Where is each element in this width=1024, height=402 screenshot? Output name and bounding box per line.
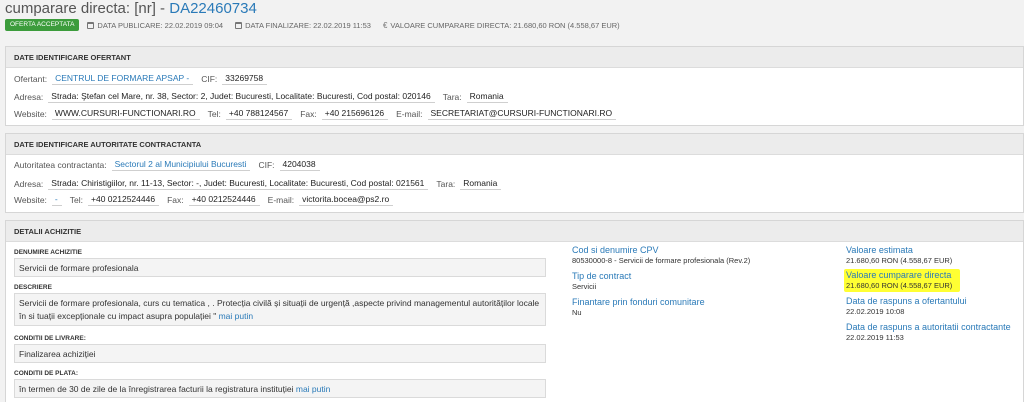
website-label: Website: bbox=[14, 195, 47, 205]
euro-icon: € bbox=[382, 20, 388, 30]
address-value: Strada: Ştefan cel Mare, nr. 38, Sector:… bbox=[48, 91, 435, 103]
offerer-heading: DATE IDENTIFICARE OFERTANT bbox=[6, 47, 1023, 68]
authority-answer-block: Data de raspuns a autoritatii contractan… bbox=[846, 322, 1011, 343]
tel-label: Tel: bbox=[207, 109, 221, 119]
contract-type-value: Servicii bbox=[572, 282, 597, 291]
email-value: victorita.bocea@ps2.ro bbox=[299, 194, 394, 206]
finalize-date: DATA FINALIZARE: 22.02.2019 11:53 bbox=[235, 21, 371, 30]
eu-funds-block: Finantare prin fonduri comunitare Nu bbox=[572, 297, 705, 318]
authority-contact-row: Website: - Tel: +40 0212524446 Fax: +40 … bbox=[14, 194, 401, 206]
desc-text: Servicii de formare profesionala, curs c… bbox=[19, 298, 540, 321]
offerer-label: Ofertant: bbox=[14, 74, 48, 84]
authority-row: Autoritatea contractanta: Sectorul 2 al … bbox=[14, 159, 328, 171]
publish-date-text: DATA PUBLICARE: 22.02.2019 09:04 bbox=[97, 20, 224, 30]
email-value: SECRETARIAT@CURSURI-FUNCTIONARI.RO bbox=[427, 108, 617, 120]
authority-label: Autoritatea contractanta: bbox=[14, 160, 107, 170]
header-meta: OFERTA ACCEPTATA DATA PUBLICARE: 22.02.2… bbox=[5, 19, 632, 31]
eu-funds-label: Finantare prin fonduri comunitare bbox=[572, 297, 705, 307]
tel-value: +40 0212524446 bbox=[88, 194, 160, 206]
offerer-panel: DATE IDENTIFICARE OFERTANT Ofertant: CEN… bbox=[5, 46, 1024, 126]
email-label: E-mail: bbox=[267, 195, 295, 205]
offerer-answer-value: 22.02.2019 10:08 bbox=[846, 307, 905, 316]
offerer-link[interactable]: CENTRUL DE FORMARE APSAP - bbox=[52, 73, 194, 85]
website-link[interactable]: - bbox=[51, 194, 62, 206]
details-heading: DETALII ACHIZITIE bbox=[6, 221, 1023, 242]
status-badge: OFERTA ACCEPTATA bbox=[5, 19, 80, 31]
direct-label: Valoare cumparare directa bbox=[846, 270, 952, 280]
cif-value: 33269758 bbox=[222, 73, 268, 85]
title-prefix: cumparare directa: [nr] - bbox=[5, 0, 170, 17]
publish-date: DATA PUBLICARE: 22.02.2019 09:04 bbox=[87, 21, 223, 30]
name-field: Servicii de formare profesionala bbox=[14, 258, 546, 277]
authority-link[interactable]: Sectorul 2 al Municipiului Bucuresti bbox=[111, 159, 251, 171]
authority-answer-label: Data de raspuns a autoritatii contractan… bbox=[846, 322, 1011, 332]
desc-field: Servicii de formare profesionala, curs c… bbox=[14, 293, 546, 326]
country-label: Tara: bbox=[436, 179, 456, 189]
eu-funds-value: Nu bbox=[572, 308, 582, 317]
direct-amount: 21.680,60 RON (4.558,67 EUR) bbox=[846, 281, 953, 290]
authority-address-row: Adresa: Strada: Chiristigiilor, nr. 11-1… bbox=[14, 178, 509, 190]
direct-value: € VALOARE CUMPARARE DIRECTA: 21.680,60 RO… bbox=[383, 21, 620, 30]
desc-label: DESCRIERE bbox=[14, 284, 52, 291]
procurement-code: DA22460734 bbox=[169, 0, 257, 17]
contract-type-block: Tip de contract Servicii bbox=[572, 271, 631, 292]
country-label: Tara: bbox=[442, 92, 462, 102]
fax-label: Fax: bbox=[300, 109, 317, 119]
address-label: Adresa: bbox=[14, 92, 44, 102]
cpv-block: Cod si denumire CPV 80530000-8 - Servici… bbox=[572, 245, 750, 266]
address-label: Adresa: bbox=[14, 179, 44, 189]
country-value: Romania bbox=[466, 91, 508, 103]
page-title: cumparare directa: [nr] - DA22460734 bbox=[5, 0, 257, 17]
contract-type-label: Tip de contract bbox=[572, 271, 632, 281]
fax-value: +40 0212524446 bbox=[188, 194, 260, 206]
less-link[interactable]: mai putin bbox=[296, 384, 331, 394]
tel-label: Tel: bbox=[69, 195, 83, 205]
page-header: cumparare directa: [nr] - DA22460734 OFE… bbox=[5, 0, 1024, 42]
cif-label: CIF: bbox=[258, 160, 275, 170]
authority-heading: DATE IDENTIFICARE AUTORITATE CONTRACTANT… bbox=[6, 134, 1023, 155]
website-value: WWW.CURSURI-FUNCTIONARI.RO bbox=[51, 108, 200, 120]
offerer-address-row: Adresa: Strada: Ştefan cel Mare, nr. 38,… bbox=[14, 91, 516, 103]
calendar-icon bbox=[235, 21, 243, 29]
tel-value: +40 788124567 bbox=[225, 108, 293, 120]
payment-field: în termen de 30 de zile de la înregistra… bbox=[14, 379, 546, 398]
estimated-block: Valoare estimata 21.680,60 RON (4.558,67… bbox=[846, 245, 952, 266]
cpv-value: 80530000-8 - Servicii de formare profesi… bbox=[572, 256, 751, 265]
website-label: Website: bbox=[14, 109, 47, 119]
authority-panel: DATE IDENTIFICARE AUTORITATE CONTRACTANT… bbox=[5, 133, 1024, 213]
delivery-field: Finalizarea achiziției bbox=[14, 344, 546, 363]
fax-label: Fax: bbox=[167, 195, 184, 205]
cpv-label: Cod si denumire CPV bbox=[572, 245, 659, 255]
less-link[interactable]: mai putin bbox=[219, 311, 254, 321]
estimated-value: 21.680,60 RON (4.558,67 EUR) bbox=[846, 256, 953, 265]
cif-value: 4204038 bbox=[279, 159, 320, 171]
calendar-icon bbox=[87, 21, 95, 29]
offerer-contact-row: Website: WWW.CURSURI-FUNCTIONARI.RO Tel:… bbox=[14, 108, 624, 120]
email-label: E-mail: bbox=[396, 109, 423, 119]
address-value: Strada: Chiristigiilor, nr. 11-13, Secto… bbox=[48, 178, 429, 190]
delivery-label: CONDITII DE LIVRARE: bbox=[14, 335, 86, 342]
offerer-answer-block: Data de raspuns a ofertantului 22.02.201… bbox=[846, 296, 967, 317]
estimated-label: Valoare estimata bbox=[846, 245, 913, 255]
direct-value-block: Valoare cumparare directa 21.680,60 RON … bbox=[844, 269, 961, 292]
country-value: Romania bbox=[460, 178, 502, 190]
offerer-row: Ofertant: CENTRUL DE FORMARE APSAP - CIF… bbox=[14, 73, 275, 85]
payment-text: în termen de 30 de zile de la înregistra… bbox=[19, 384, 296, 394]
name-label: DENUMIRE ACHIZITIE bbox=[14, 249, 83, 256]
offerer-answer-label: Data de raspuns a ofertantului bbox=[846, 296, 967, 306]
fax-value: +40 215696126 bbox=[321, 108, 389, 120]
finalize-date-text: DATA FINALIZARE: 22.02.2019 11:53 bbox=[245, 20, 371, 30]
details-panel: DETALII ACHIZITIE DENUMIRE ACHIZITIE Ser… bbox=[5, 220, 1024, 402]
cif-label: CIF: bbox=[201, 74, 218, 84]
payment-label: CONDITII DE PLATA: bbox=[14, 370, 79, 377]
authority-answer-value: 22.02.2019 11:53 bbox=[846, 333, 904, 342]
direct-value-text: VALOARE CUMPARARE DIRECTA: 21.680,60 RON… bbox=[390, 20, 620, 30]
